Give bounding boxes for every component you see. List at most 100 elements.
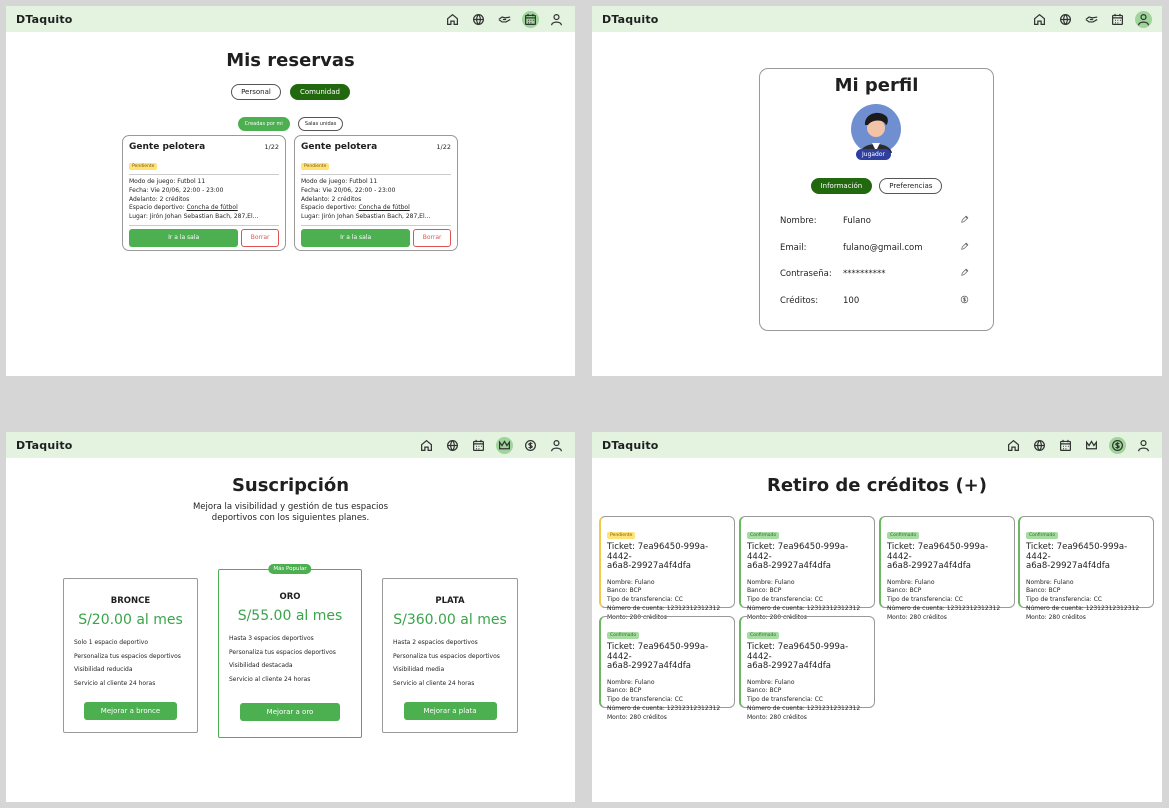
plan-feature: Personaliza tus espacios deportivos: [393, 652, 500, 660]
delete-button[interactable]: Borrar: [413, 228, 451, 247]
plan-feature: Servicio al cliente 24 horas: [74, 679, 156, 687]
plan-name: ORO: [279, 592, 301, 602]
user-icon[interactable]: [548, 437, 565, 454]
ticket-bank: Banco: BCP: [607, 687, 642, 695]
ticket-bank: Banco: BCP: [887, 587, 922, 595]
plan-price: S/20.00 al mes: [78, 612, 183, 628]
location: Lugar: Jirón Johan Sebastian Bach, 287,E…: [129, 213, 259, 221]
brand-logo[interactable]: DTaquito: [16, 13, 73, 26]
user-icon[interactable]: [1135, 10, 1152, 28]
edit-icon[interactable]: [960, 268, 969, 280]
sport-space-link[interactable]: Concha de fútbol: [187, 204, 238, 211]
withdraw-ticket-card: Confirmado Ticket: 7ea96450-999a-4442- a6…: [599, 616, 735, 721]
date-time: Fecha: Vie 20/06, 22:00 - 23:00: [301, 186, 396, 194]
delete-button[interactable]: Borrar: [241, 228, 279, 247]
ticket-id: Ticket: 7ea96450-999a-4442- a6a8-29927a4f…: [607, 642, 709, 671]
calendar-icon[interactable]: [522, 10, 539, 28]
upgrade-plata-button[interactable]: Mejorar a plata: [403, 702, 497, 720]
user-icon[interactable]: [548, 11, 565, 28]
card-title: Gente pelotera: [129, 142, 206, 152]
handshake-icon[interactable]: [1083, 11, 1100, 28]
crown-icon[interactable]: [1083, 437, 1100, 454]
ticket-account: Número de cuenta: 12312312312312: [607, 704, 721, 712]
home-icon[interactable]: [444, 11, 461, 28]
globe-icon[interactable]: [1031, 437, 1048, 454]
ticket-bank: Banco: BCP: [747, 587, 782, 595]
calendar-icon[interactable]: [1109, 11, 1126, 28]
edit-icon[interactable]: [960, 242, 969, 254]
plan-card-bronce: BRONCE S/20.00 al mes Solo 1 espacio dep…: [63, 578, 198, 733]
plan-feature: Visibilidad destacada: [229, 662, 293, 669]
ticket-account: Número de cuenta: 12312312312312: [607, 604, 721, 612]
subtab-salas-unidas[interactable]: Salas unidas: [297, 117, 344, 131]
upgrade-oro-button[interactable]: Mejorar a oro: [240, 703, 340, 721]
calendar-icon[interactable]: [1057, 437, 1074, 454]
status-badge: Pendiente: [607, 532, 636, 539]
status-badge: Confirmado: [747, 532, 780, 539]
advance: Adelanto: 2 créditos: [129, 195, 190, 203]
status-badge: Confirmado: [887, 532, 920, 539]
ticket-id: Ticket: 7ea96450-999a-4442- a6a8-29927a4f…: [887, 542, 989, 571]
user-icon[interactable]: [1135, 437, 1152, 454]
edit-icon[interactable]: [960, 215, 969, 227]
go-to-room-button[interactable]: Ir a la sala: [301, 228, 411, 247]
withdraw-ticket-card: Confirmado Ticket: 7ea96450-999a-4442- a6…: [739, 616, 875, 721]
globe-icon[interactable]: [444, 437, 461, 454]
profile-row-creditos: Créditos: 100: [780, 295, 969, 307]
tab-comunidad[interactable]: Comunidad: [289, 84, 350, 100]
ticket-amount: Monto: 280 créditos: [747, 713, 807, 721]
globe-icon[interactable]: [470, 11, 487, 28]
ticket-id: Ticket: 7ea96450-999a-4442- a6a8-29927a4f…: [747, 542, 849, 571]
home-icon[interactable]: [1005, 437, 1022, 454]
plan-feature: Solo 1 espacio deportivo: [74, 639, 148, 646]
status-badge: Pendiente: [301, 163, 330, 170]
plan-price: S/360.00 al mes: [393, 612, 507, 628]
sport-space: Espacio deportivo: Concha de fútbol: [301, 204, 410, 212]
tab-preferencias[interactable]: Preferencias: [879, 178, 943, 194]
globe-icon[interactable]: [1057, 11, 1074, 28]
home-icon[interactable]: [418, 437, 435, 454]
player-count: 1/22: [264, 143, 279, 151]
reservation-card: Gente pelotera 1/22 Pendiente Modo de ju…: [294, 135, 458, 251]
perfil-screen: DTaquito Mi perfil Jugador Información P…: [592, 6, 1162, 376]
avatar[interactable]: [850, 103, 902, 155]
subtab-creadas[interactable]: Creadas por mi: [237, 117, 290, 131]
withdraw-ticket-card: Pendiente Ticket: 7ea96450-999a-4442- a6a…: [599, 516, 735, 621]
ticket-account: Número de cuenta: 12312312312312: [1026, 604, 1140, 612]
game-mode: Modo de juego: Futbol 11: [301, 178, 378, 185]
card-title: Gente pelotera: [301, 142, 378, 152]
status-badge: Confirmado: [1026, 532, 1059, 539]
game-mode: Modo de juego: Futbol 11: [129, 178, 206, 185]
tab-informacion[interactable]: Información: [810, 178, 873, 194]
page-title: Retiro de créditos (+): [766, 475, 987, 496]
tab-personal[interactable]: Personal: [231, 84, 281, 100]
home-icon[interactable]: [1031, 11, 1048, 28]
ticket-bank: Banco: BCP: [1026, 587, 1061, 595]
brand-logo[interactable]: DTaquito: [16, 439, 73, 452]
crown-icon[interactable]: [496, 436, 513, 454]
retiro-screen: DTaquito Retiro de créditos (+) Pendient…: [592, 432, 1162, 802]
ticket-account: Número de cuenta: 12312312312312: [747, 704, 861, 712]
sport-space-link[interactable]: Concha de fútbol: [359, 204, 410, 211]
coin-icon[interactable]: [960, 295, 969, 307]
coin-icon[interactable]: [522, 437, 539, 454]
reservation-card: Gente pelotera 1/22 Pendiente Modo de ju…: [122, 135, 286, 251]
plan-feature: Visibilidad media: [393, 666, 445, 673]
plan-name: BRONCE: [110, 596, 151, 606]
plan-feature: Visibilidad reducida: [74, 666, 133, 673]
handshake-icon[interactable]: [496, 11, 513, 28]
upgrade-bronce-button[interactable]: Mejorar a bronce: [84, 702, 177, 720]
profile-card: Mi perfil Jugador Información Preferenci…: [759, 68, 994, 331]
coin-icon[interactable]: [1109, 436, 1126, 454]
role-badge: Jugador: [856, 149, 892, 160]
status-badge: Confirmado: [747, 632, 780, 639]
calendar-icon[interactable]: [470, 437, 487, 454]
withdraw-ticket-card: Confirmado Ticket: 7ea96450-999a-4442- a6…: [1018, 516, 1154, 621]
brand-logo[interactable]: DTaquito: [602, 439, 659, 452]
brand-logo[interactable]: DTaquito: [602, 13, 659, 26]
ticket-account: Número de cuenta: 12312312312312: [887, 604, 1001, 612]
ticket-name: Nombre: Fulano: [747, 678, 795, 686]
go-to-room-button[interactable]: Ir a la sala: [129, 228, 239, 247]
ticket-transfer-type: Tipo de transferencia: CC: [747, 696, 823, 704]
popular-badge: Más Popular: [268, 564, 312, 574]
